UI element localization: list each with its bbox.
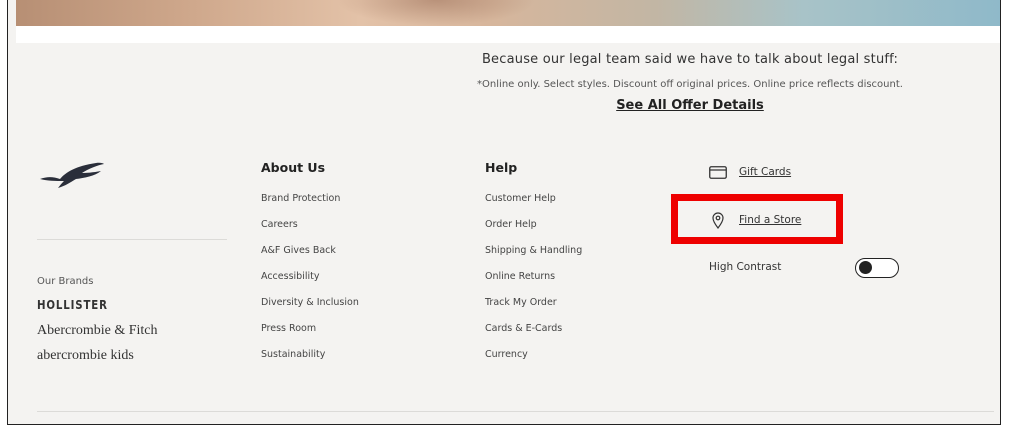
about-us-column: About Us Brand Protection Careers A&F Gi… [261, 160, 359, 374]
help-link-cards-ecards[interactable]: Cards & E-Cards [485, 322, 582, 348]
hollister-seagull-logo[interactable] [38, 160, 106, 190]
about-link-af-gives-back[interactable]: A&F Gives Back [261, 244, 359, 270]
high-contrast-label: High Contrast [709, 261, 782, 273]
help-link-order-help[interactable]: Order Help [485, 218, 582, 244]
footer-bottom-divider [37, 411, 994, 412]
legal-heading: Because our legal team said we have to t… [481, 52, 899, 67]
high-contrast-toggle[interactable] [855, 258, 899, 278]
help-link-track-order[interactable]: Track My Order [485, 296, 582, 322]
help-column: Help Customer Help Order Help Shipping &… [485, 160, 582, 374]
help-link-shipping[interactable]: Shipping & Handling [485, 244, 582, 270]
brand-abercrombie-kids-link[interactable]: abercrombie kids [37, 348, 134, 364]
gift-cards-label: Gift Cards [739, 166, 792, 178]
toggle-knob [859, 261, 872, 274]
about-link-diversity[interactable]: Diversity & Inclusion [261, 296, 359, 322]
find-a-store-highlight [671, 194, 843, 244]
about-link-press-room[interactable]: Press Room [261, 322, 359, 348]
credit-card-icon [709, 163, 727, 181]
hero-bottom-band [16, 26, 1000, 43]
help-link-currency[interactable]: Currency [485, 348, 582, 374]
brand-abercrombie-fitch-link[interactable]: Abercrombie & Fitch [37, 323, 158, 339]
about-us-title: About Us [261, 160, 326, 175]
see-offer-details-link[interactable]: See All Offer Details [616, 98, 764, 113]
about-link-brand-protection[interactable]: Brand Protection [261, 192, 359, 218]
legal-section: Because our legal team said we have to t… [380, 52, 1000, 113]
about-link-sustainability[interactable]: Sustainability [261, 348, 359, 374]
hero-image-strip [16, 0, 1000, 26]
help-link-customer-help[interactable]: Customer Help [485, 192, 582, 218]
help-link-online-returns[interactable]: Online Returns [485, 270, 582, 296]
logo-divider [37, 239, 227, 240]
brand-hollister-link[interactable]: HOLLISTER [37, 298, 108, 312]
gift-cards-link[interactable]: Gift Cards [709, 163, 791, 181]
about-link-accessibility[interactable]: Accessibility [261, 270, 359, 296]
about-link-careers[interactable]: Careers [261, 218, 359, 244]
help-title: Help [485, 160, 518, 175]
legal-disclaimer: *Online only. Select styles. Discount of… [477, 79, 903, 90]
our-brands-label: Our Brands [37, 276, 94, 287]
